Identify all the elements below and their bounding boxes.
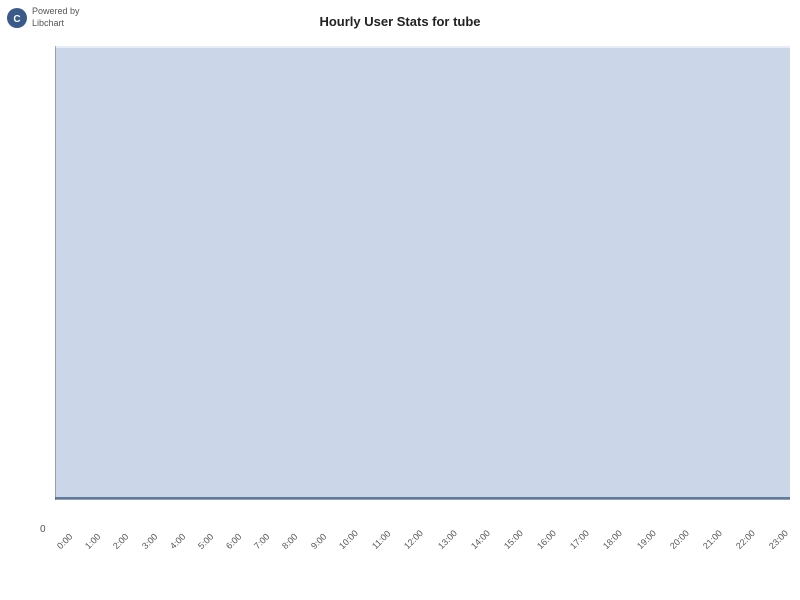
chart-container <box>55 46 790 540</box>
y-axis-zero-label: 0 <box>40 524 46 535</box>
chart-title: Hourly User Stats for tube <box>0 0 800 29</box>
chart-svg <box>55 46 790 500</box>
x-axis: 0:001:002:003:004:005:006:007:008:009:00… <box>55 540 790 590</box>
chart-area <box>55 46 790 540</box>
